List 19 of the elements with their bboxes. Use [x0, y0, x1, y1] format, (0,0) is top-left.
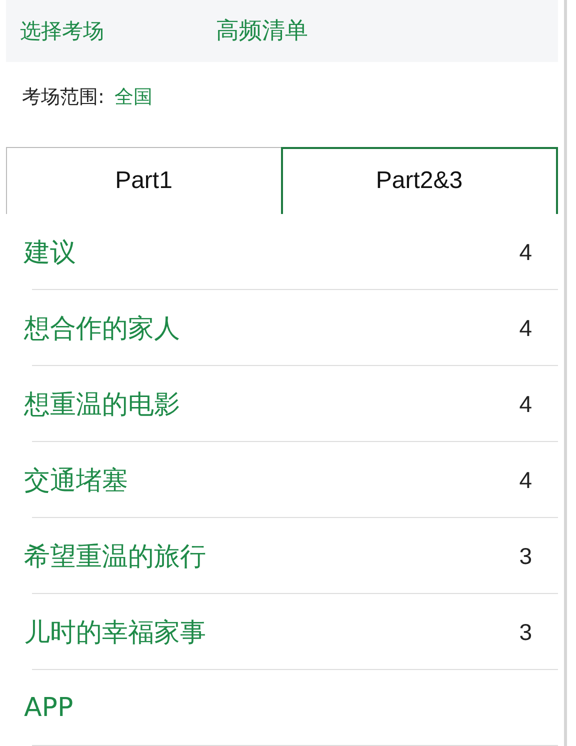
topic-title[interactable]: APP — [24, 693, 74, 723]
tab[interactable]: Part1 — [6, 146, 280, 214]
topic-count: 4 — [519, 390, 532, 418]
topic-title[interactable]: 想重温的电影 — [24, 386, 180, 422]
page-title: 高频清单 — [216, 17, 308, 46]
tab[interactable]: Part2&3 — [280, 146, 558, 214]
topic-title[interactable]: 建议 — [24, 234, 76, 270]
topic-count: 4 — [519, 466, 532, 494]
topic-title[interactable]: 希望重温的旅行 — [24, 538, 206, 574]
topic-count: 4 — [519, 238, 532, 266]
scope-value[interactable]: 全国 — [114, 84, 152, 110]
topic-count: 3 — [519, 542, 532, 570]
topic-count: 4 — [519, 314, 532, 342]
topic-title[interactable]: 交通堵塞 — [24, 462, 128, 498]
topic-title[interactable]: 儿时的幸福家事 — [24, 614, 206, 650]
topic-count: 3 — [519, 618, 532, 646]
back-button[interactable]: 选择考场 — [20, 16, 104, 45]
topic-title[interactable]: 想合作的家人 — [24, 310, 180, 346]
scope-label: 考场范围: — [22, 85, 104, 110]
